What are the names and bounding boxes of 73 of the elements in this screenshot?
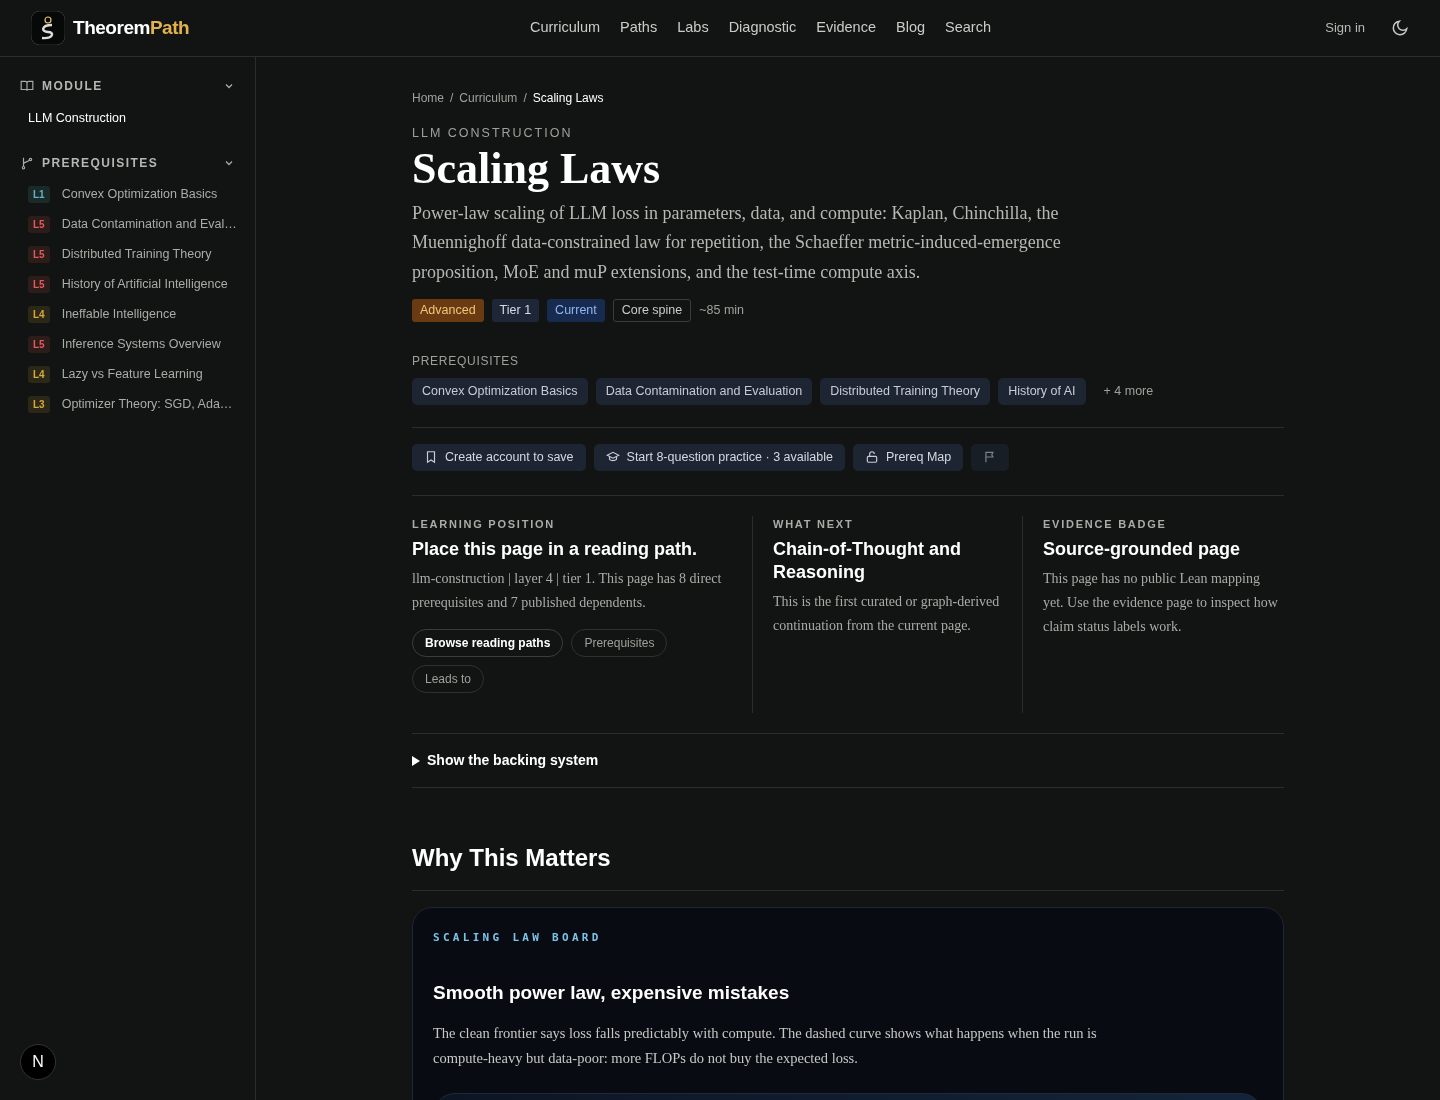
page-title: Scaling Laws <box>412 144 662 193</box>
prerequisite-chip[interactable]: Distributed Training Theory <box>820 378 991 405</box>
site-logo[interactable]: TheoremPath <box>73 13 190 43</box>
book-icon <box>20 79 34 93</box>
tag: Core spine <box>612 299 692 322</box>
board-description: The clean frontier says loss falls predictably with compute. The dashed curve shows what happens when the run is compute-heavy but data-poor: more FLOPs do not buy the expected loss. <box>433 1024 1098 1069</box>
nav-link[interactable]: Paths <box>620 17 658 39</box>
panel-heading: Source-grounded page <box>1043 538 1241 562</box>
sidebar-item[interactable]: Convex Optimization Basics <box>61 185 218 205</box>
breadcrumb-separator: / <box>523 90 527 107</box>
level-badge: L5 <box>28 276 50 294</box>
sidebar-item[interactable]: Ineffable Intelligence <box>61 305 177 325</box>
panel-eyebrow: LEARNING POSITION <box>412 516 556 532</box>
section-heading: Why This Matters <box>412 843 612 874</box>
section-label: PREREQUISITES <box>412 353 520 370</box>
breadcrumb-link[interactable]: Curriculum <box>459 89 518 107</box>
panel-body: This is the first curated or graph-derived continuation from the current page. <box>773 593 1001 636</box>
branch-icon <box>20 155 34 170</box>
level-badge: L5 <box>28 336 50 354</box>
level-badge: L4 <box>28 306 50 324</box>
theme-toggle-icon[interactable] <box>1391 19 1409 37</box>
sidebar-section-title: MODULE <box>42 78 103 95</box>
panel-heading: Place this page in a reading path. <box>412 538 699 562</box>
panel-body: This page has no public Lean mapping yet. Use the evidence page to inspect how claim status labels work. <box>1043 570 1279 637</box>
action-button[interactable]: Prereq Map <box>852 443 964 471</box>
sidebar-item[interactable]: LLM Construction <box>28 109 235 128</box>
sidebar-item[interactable]: Optimizer Theory: SGD, Ada… <box>61 395 233 415</box>
breadcrumb-link[interactable]: Home <box>412 89 444 107</box>
prerequisite-chip[interactable]: History of AI <box>998 378 1086 405</box>
level-badge: L4 <box>28 366 50 384</box>
panel-eyebrow: EVIDENCE BADGE <box>1043 516 1168 532</box>
sign-in-link[interactable]: Sign in <box>1325 18 1365 38</box>
level-badge: L5 <box>28 216 50 234</box>
nav-link[interactable]: Curriculum <box>530 17 601 39</box>
board-heading: Smooth power law, expensive mistakes <box>433 980 791 1005</box>
action-button[interactable]: Create account to save <box>412 443 586 471</box>
page-summary: Power-law scaling of LLM loss in parameters, data, and compute: Kaplan, Chinchilla, the Muennighoff data-constrained law for repetition, the Schaeffer metric-induced-emergence proposition, MoE and muP extensions, and the test-time compute axis. <box>412 201 1062 284</box>
action-button[interactable]: Start 8-question practice · 3 available <box>593 443 845 471</box>
tag: Tier 1 <box>491 299 540 322</box>
panel-eyebrow: WHAT NEXT <box>773 516 855 532</box>
lock-icon <box>864 450 879 465</box>
prerequisite-chip[interactable]: Convex Optimization Basics <box>412 378 588 405</box>
tag: Advanced <box>412 299 484 322</box>
level-badge: L5 <box>28 246 50 264</box>
dev-tools-button[interactable]: N <box>20 1044 56 1080</box>
nav-link[interactable]: Blog <box>896 17 926 39</box>
level-badge: L1 <box>28 186 50 204</box>
prerequisite-chip[interactable]: Data Contamination and Evaluation <box>595 378 813 405</box>
triangle-icon <box>412 755 420 766</box>
sidebar-item[interactable]: Inference Systems Overview <box>61 335 221 355</box>
panel-body: llm-construction | layer 4 | tier 1. This page has 8 direct prerequisites and 7 published dependents. <box>412 570 723 613</box>
module-eyebrow: LLM CONSTRUCTION <box>412 125 574 142</box>
nav-link[interactable]: Search <box>945 17 991 39</box>
sidebar-item[interactable]: Data Contamination and Eval… <box>61 215 237 235</box>
nav-link[interactable]: Diagnostic <box>728 17 797 39</box>
flag-button[interactable] <box>971 443 1010 471</box>
sidebar-item[interactable]: History of Artificial Intelligence <box>61 275 228 295</box>
more-link[interactable]: + 4 more <box>1103 382 1154 401</box>
disclosure-toggle[interactable]: Show the backing system <box>412 734 599 788</box>
panel-heading: Chain-of-Thought and Reasoning <box>773 538 962 585</box>
board-eyebrow: SCALING LAW BOARD <box>433 930 603 947</box>
sidebar-item[interactable]: Lazy vs Feature Learning <box>61 365 203 385</box>
sidebar-section-title: PREREQUISITES <box>42 154 159 172</box>
breadcrumb-separator: / <box>450 90 454 107</box>
bookmark-icon <box>424 450 438 465</box>
logo-icon[interactable] <box>31 11 65 45</box>
sidebar-item[interactable]: Distributed Training Theory <box>61 245 212 265</box>
nav-link[interactable]: Labs <box>677 17 709 39</box>
level-badge: L3 <box>28 396 50 414</box>
breadcrumb-current: Scaling Laws <box>532 90 604 107</box>
read-time: ~85 min <box>699 302 745 320</box>
nav-link[interactable]: Evidence <box>816 17 876 39</box>
tag: Current <box>547 299 605 322</box>
